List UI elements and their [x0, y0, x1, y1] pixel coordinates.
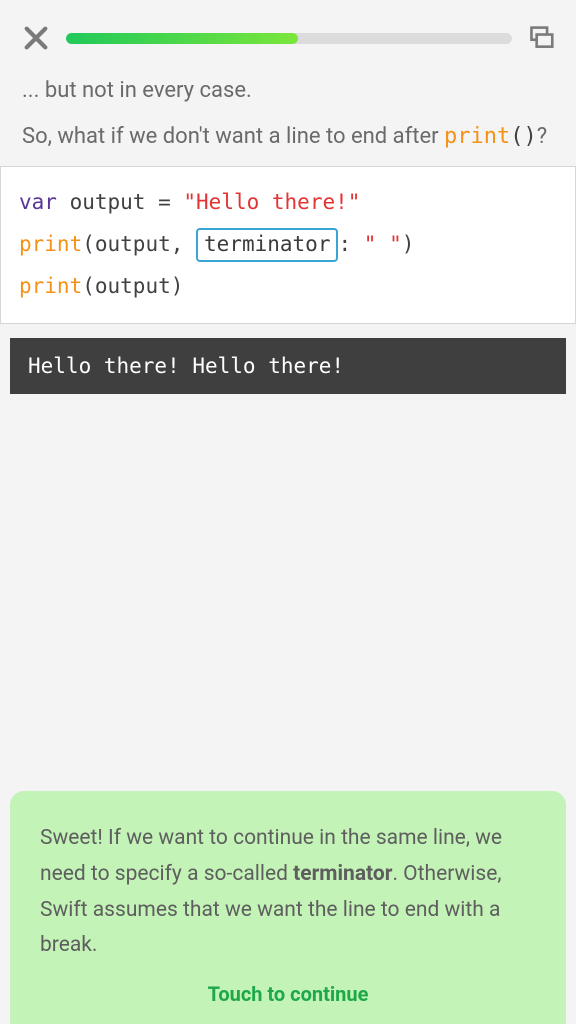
- feedback-message: Sweet! If we want to continue in the sam…: [40, 821, 536, 964]
- code-keyword: var: [19, 190, 57, 214]
- progress-bar: [66, 33, 512, 44]
- code-func: print: [19, 274, 82, 298]
- progress-fill: [66, 33, 298, 44]
- inline-code-print: print: [444, 124, 510, 149]
- code-string: "Hello there!": [183, 190, 360, 214]
- top-bar: [0, 0, 576, 68]
- code-func: print: [19, 232, 82, 256]
- lesson-text: ... but not in every case. So, what if w…: [0, 68, 576, 154]
- feedback-card: Sweet! If we want to continue in the sam…: [10, 791, 566, 1024]
- lesson-line-1: ... but not in every case.: [22, 74, 554, 108]
- lesson-line-2: So, what if we don't want a line to end …: [22, 120, 554, 154]
- code-ident: output: [70, 190, 146, 214]
- report-icon[interactable]: [526, 23, 556, 53]
- continue-button[interactable]: Touch to continue: [40, 982, 536, 1006]
- code-editor: var output = "Hello there!" print(output…: [0, 166, 576, 324]
- code-string: " ": [364, 232, 402, 256]
- close-icon[interactable]: [20, 22, 52, 54]
- fill-blank-answer[interactable]: terminator: [196, 228, 338, 261]
- console-output: Hello there! Hello there!: [10, 338, 566, 394]
